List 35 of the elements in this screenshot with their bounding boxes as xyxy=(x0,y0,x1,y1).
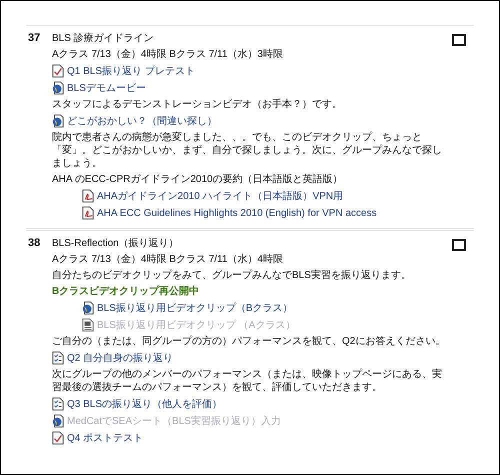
section-text: Aクラス 7/13（金）4時限 Bクラス 7/11（水）3時限 xyxy=(52,48,284,61)
pdf-icon xyxy=(82,189,94,203)
section-text: Aクラス 7/13（金）4時限 Bクラス 7/11（水）4時限 xyxy=(52,253,284,266)
section-text: ご自分の（または、同グループの方の）パフォーマンスを観て、Q2にお答えください。 xyxy=(52,335,446,348)
globe-document-icon xyxy=(52,414,64,428)
activity-link[interactable]: どこがおかしい？（間違い探し） xyxy=(67,114,217,128)
activity-link[interactable]: Q4 ポストテスト xyxy=(67,432,144,444)
section-text: 院内で患者さんの病態が急変しました、、。でも、このビデオクリップ、ちょっと「変」。どこがおかしいか、まず、自分で探しましょう。次に、グループみんなで探しましょう。 xyxy=(52,131,443,170)
globe-document-icon xyxy=(82,301,94,315)
notice-text: Bクラスビデオクリップ再公開中 xyxy=(52,285,200,298)
activity-link[interactable]: BLS振り返り用ビデオクリップ（Bクラス） xyxy=(97,302,293,314)
section-text: AHA のECC-CPRガイドライン2010の要約（日本語版と英語版） xyxy=(52,173,344,186)
activity-link[interactable]: BLSデモムービー xyxy=(67,82,146,94)
section-text: 次にグループの他のメンバーのパフォーマンス（または、映像トップページにある、実習最後の選抜チームのパフォーマンス）を観て、評価していただきます。 xyxy=(52,368,443,394)
quiz-icon xyxy=(52,64,64,78)
activity-link[interactable]: AHA ECC Guidelines Highlights 2010 (English) for VPN access xyxy=(97,206,377,220)
section-number: 38 xyxy=(27,237,42,251)
section-number: 37 xyxy=(27,32,42,46)
section-text: 自分たちのビデオクリップをみて、グループみんなでBLS実習を振り返ります。 xyxy=(52,269,412,282)
globe-document-icon xyxy=(52,114,64,128)
checklist-icon xyxy=(52,351,64,365)
section-text: BLS 診療ガイドライン xyxy=(52,32,155,45)
activity-link[interactable]: Q1 BLS振り返り プレテスト xyxy=(67,64,195,78)
section-text: スタッフによるデモンストレーションビデオ（お手本？）です。 xyxy=(52,98,343,111)
section-text: BLS-Reflection（振り返り） xyxy=(52,237,180,250)
quiz-icon xyxy=(52,431,64,445)
document-icon xyxy=(82,318,94,332)
checklist-icon xyxy=(52,397,64,411)
activity-link[interactable]: Q3 BLSの振り返り（他人を評価） xyxy=(67,398,222,410)
activity-link[interactable]: Q2 自分自身の振り返り xyxy=(67,352,174,364)
completion-checkbox[interactable] xyxy=(452,239,466,251)
activity-link[interactable]: AHAガイドライン2010 ハイライト（日本語版）VPN用 xyxy=(97,190,344,202)
globe-document-icon xyxy=(52,81,64,95)
completion-checkbox[interactable] xyxy=(452,34,466,46)
pdf-icon xyxy=(82,206,94,220)
